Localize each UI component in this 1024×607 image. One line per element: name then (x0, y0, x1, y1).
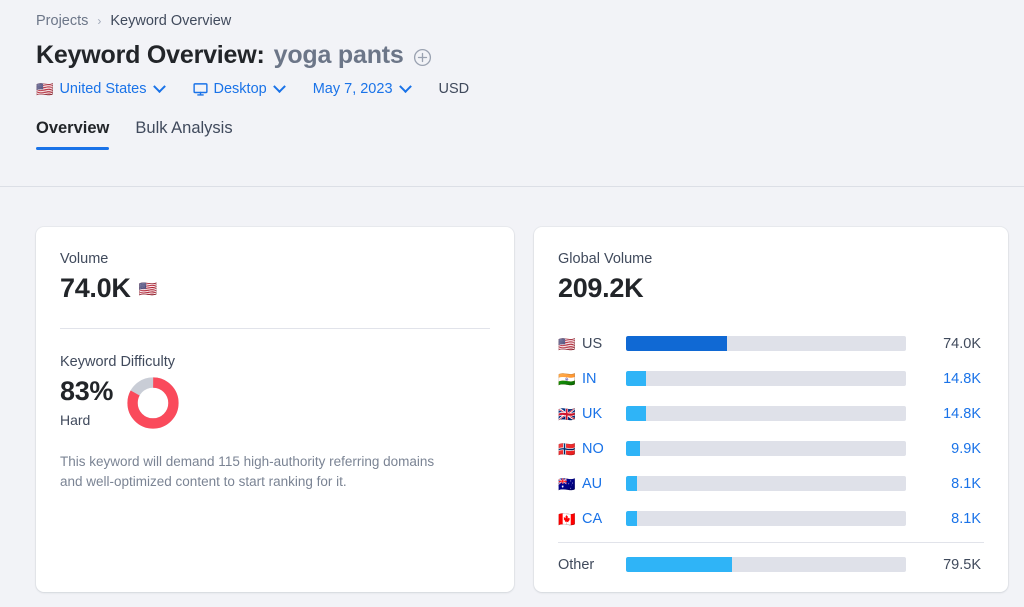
keyword-difficulty-donut-chart (127, 377, 179, 429)
volume-bar-track (626, 371, 906, 386)
global-volume-row: 🇺🇸 US 74.0K (558, 326, 984, 361)
volume-country-flag-icon: 🇺🇸 (138, 280, 158, 298)
chevron-down-icon (152, 79, 166, 93)
global-volume-row: 🇨🇦 CA 8.1K (558, 501, 984, 536)
volume-bar-track (626, 511, 906, 526)
country-flag-icon: 🇨🇦 (558, 510, 576, 527)
date-filter-label: May 7, 2023 (312, 81, 393, 97)
volume-bar-fill (626, 371, 646, 386)
monitor-icon (192, 82, 208, 97)
global-volume-label: Global Volume (558, 251, 653, 267)
volume-bar-fill (626, 406, 646, 421)
device-filter[interactable]: Desktop (192, 79, 286, 97)
country-code-label[interactable]: UK (582, 406, 626, 422)
country-code-label[interactable]: IN (582, 371, 626, 387)
keyword-difficulty-text: 83% Hard (60, 376, 113, 428)
country-code-label: US (582, 335, 603, 352)
keyword-difficulty-word: Hard (60, 412, 91, 428)
country-flag-icon: 🇮🇳 (558, 370, 576, 387)
tab-bar: Overview Bulk Analysis (36, 119, 1024, 150)
volume-bar-track (626, 441, 906, 456)
volume-value-label[interactable]: 8.1K (906, 511, 984, 527)
volume-value-label[interactable]: 9.9K (906, 441, 984, 457)
volume-bar-track (626, 336, 906, 351)
global-volume-divider (558, 542, 984, 543)
metrics-cards: Volume 74.0K 🇺🇸 Keyword Difficulty 83% H… (36, 227, 1008, 592)
country-flag-icon: 🇺🇸 (558, 335, 576, 352)
keyword-difficulty-row: 83% Hard (60, 374, 490, 430)
page-header: Projects › Keyword Overview Keyword Over… (0, 0, 1024, 150)
volume-value-label: 79.5K (943, 556, 981, 573)
country-flag-icon: 🇺🇸 (36, 81, 54, 97)
keyword-overview-page: Projects › Keyword Overview Keyword Over… (0, 0, 1024, 607)
tab-bar-divider (0, 186, 1024, 187)
global-volume-row: 🇮🇳 IN 14.8K (558, 361, 984, 396)
global-volume-row: 🇬🇧 UK 14.8K (558, 396, 984, 431)
country-flag-icon: 🇳🇴 (558, 440, 576, 457)
date-filter[interactable]: May 7, 2023 (312, 79, 412, 97)
chevron-down-icon (398, 79, 412, 93)
country-code-label[interactable]: NO (582, 441, 626, 457)
volume-value-label[interactable]: 14.8K (906, 371, 984, 387)
volume-label: Volume (60, 251, 109, 267)
country-filter[interactable]: 🇺🇸 United States (36, 79, 166, 97)
volume-bar-track (626, 557, 906, 572)
volume-bar-fill (626, 557, 733, 572)
volume-bar-fill (626, 476, 638, 491)
country-code-label[interactable]: CA (582, 511, 626, 527)
volume-value-label[interactable]: 8.1K (906, 476, 984, 492)
chevron-down-icon (272, 79, 286, 93)
country-code-label: Other (558, 556, 595, 573)
keyword-difficulty-percent: 83% (60, 376, 114, 406)
plus-circle-icon[interactable] (413, 48, 432, 67)
currency-label: USD (438, 81, 470, 97)
volume-bar-track (626, 406, 906, 421)
volume-value-row: 74.0K 🇺🇸 (60, 273, 490, 304)
country-filter-label: United States (59, 81, 147, 97)
volume-bar-track (626, 476, 906, 491)
volume-difficulty-card: Volume 74.0K 🇺🇸 Keyword Difficulty 83% H… (36, 227, 514, 592)
device-filter-label: Desktop (213, 81, 267, 97)
global-volume-card: Global Volume 209.2K 🇺🇸 US 74.0K 🇮🇳 IN 14.8K 🇬… (534, 227, 1008, 592)
global-volume-row: 🇳🇴 NO 9.9K (558, 431, 984, 466)
keyword-difficulty-label: Keyword Difficulty (60, 354, 175, 370)
breadcrumb: Projects › Keyword Overview (36, 0, 1024, 29)
country-flag-icon: 🇬🇧 (558, 405, 576, 422)
page-title-keyword: yoga pants (273, 41, 404, 69)
tab-bulk-analysis[interactable]: Bulk Analysis (135, 119, 232, 150)
card-divider (60, 328, 490, 329)
breadcrumb-current: Keyword Overview (110, 13, 232, 29)
page-title: Keyword Overview: yoga pants (36, 41, 1024, 70)
tab-overview[interactable]: Overview (36, 119, 110, 150)
keyword-difficulty-description: This keyword will demand 115 high-author… (60, 454, 435, 489)
volume-value-label[interactable]: 14.8K (906, 406, 984, 422)
global-volume-country-list: 🇺🇸 US 74.0K 🇮🇳 IN 14.8K 🇬🇧 UK 14.8K 🇳🇴 NO 9.9K 🇦🇺 AU 8… (558, 326, 984, 582)
breadcrumb-separator-icon: › (97, 14, 102, 28)
volume-bar-fill (626, 511, 638, 526)
volume-bar-fill (626, 441, 640, 456)
global-volume-value: 209.2K (558, 273, 644, 303)
keyword-difficulty-block: Keyword Difficulty 83% Hard This keyword… (60, 354, 490, 491)
country-flag-icon: 🇦🇺 (558, 475, 576, 492)
volume-bar-fill (626, 336, 727, 351)
country-code-label[interactable]: AU (582, 476, 626, 492)
breadcrumb-projects-link[interactable]: Projects (36, 13, 88, 29)
filter-bar: 🇺🇸 United States Desktop May 7, 2023 USD (36, 79, 1024, 97)
global-volume-row-other: Other 79.5K (558, 547, 984, 582)
page-title-prefix: Keyword Overview: (36, 41, 265, 69)
volume-value: 74.0K (60, 273, 131, 303)
global-volume-row: 🇦🇺 AU 8.1K (558, 466, 984, 501)
volume-value-label: 74.0K (943, 335, 981, 352)
